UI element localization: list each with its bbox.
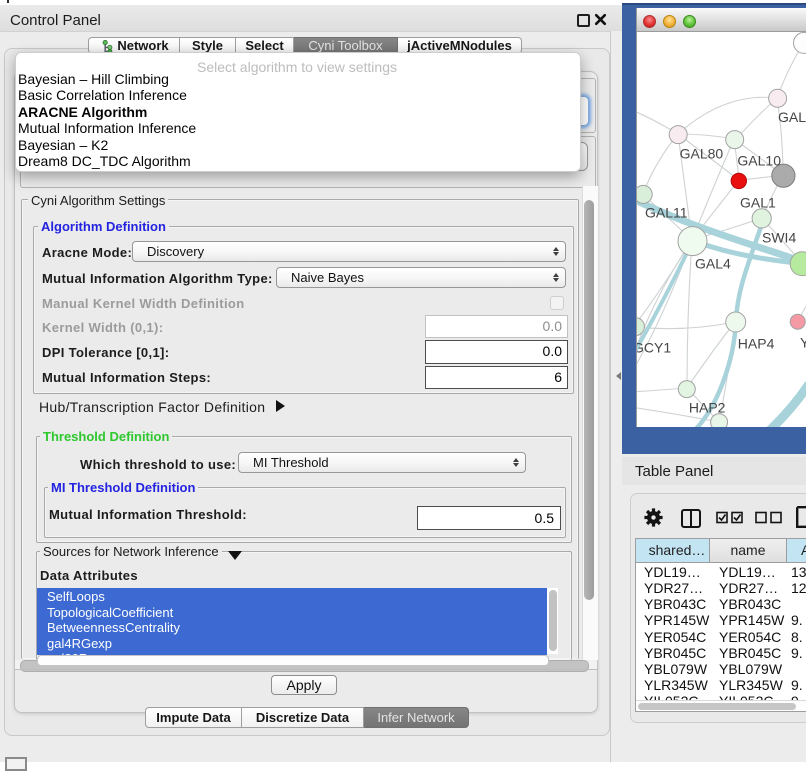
svg-text:HAP2: HAP2 [689, 400, 726, 416]
svg-text:GCY1: GCY1 [637, 340, 671, 356]
svg-text:GAL4: GAL4 [695, 256, 731, 272]
svg-text:Y: Y [800, 335, 806, 351]
svg-text:GAL: GAL [778, 109, 806, 125]
svg-text:GAL80: GAL80 [680, 146, 724, 162]
svg-text:GAL10: GAL10 [737, 153, 781, 169]
svg-text:GAL1: GAL1 [740, 195, 776, 211]
svg-text:GAL11: GAL11 [645, 205, 688, 221]
svg-text:HAP4: HAP4 [738, 336, 775, 352]
svg-text:SWI4: SWI4 [762, 230, 796, 246]
